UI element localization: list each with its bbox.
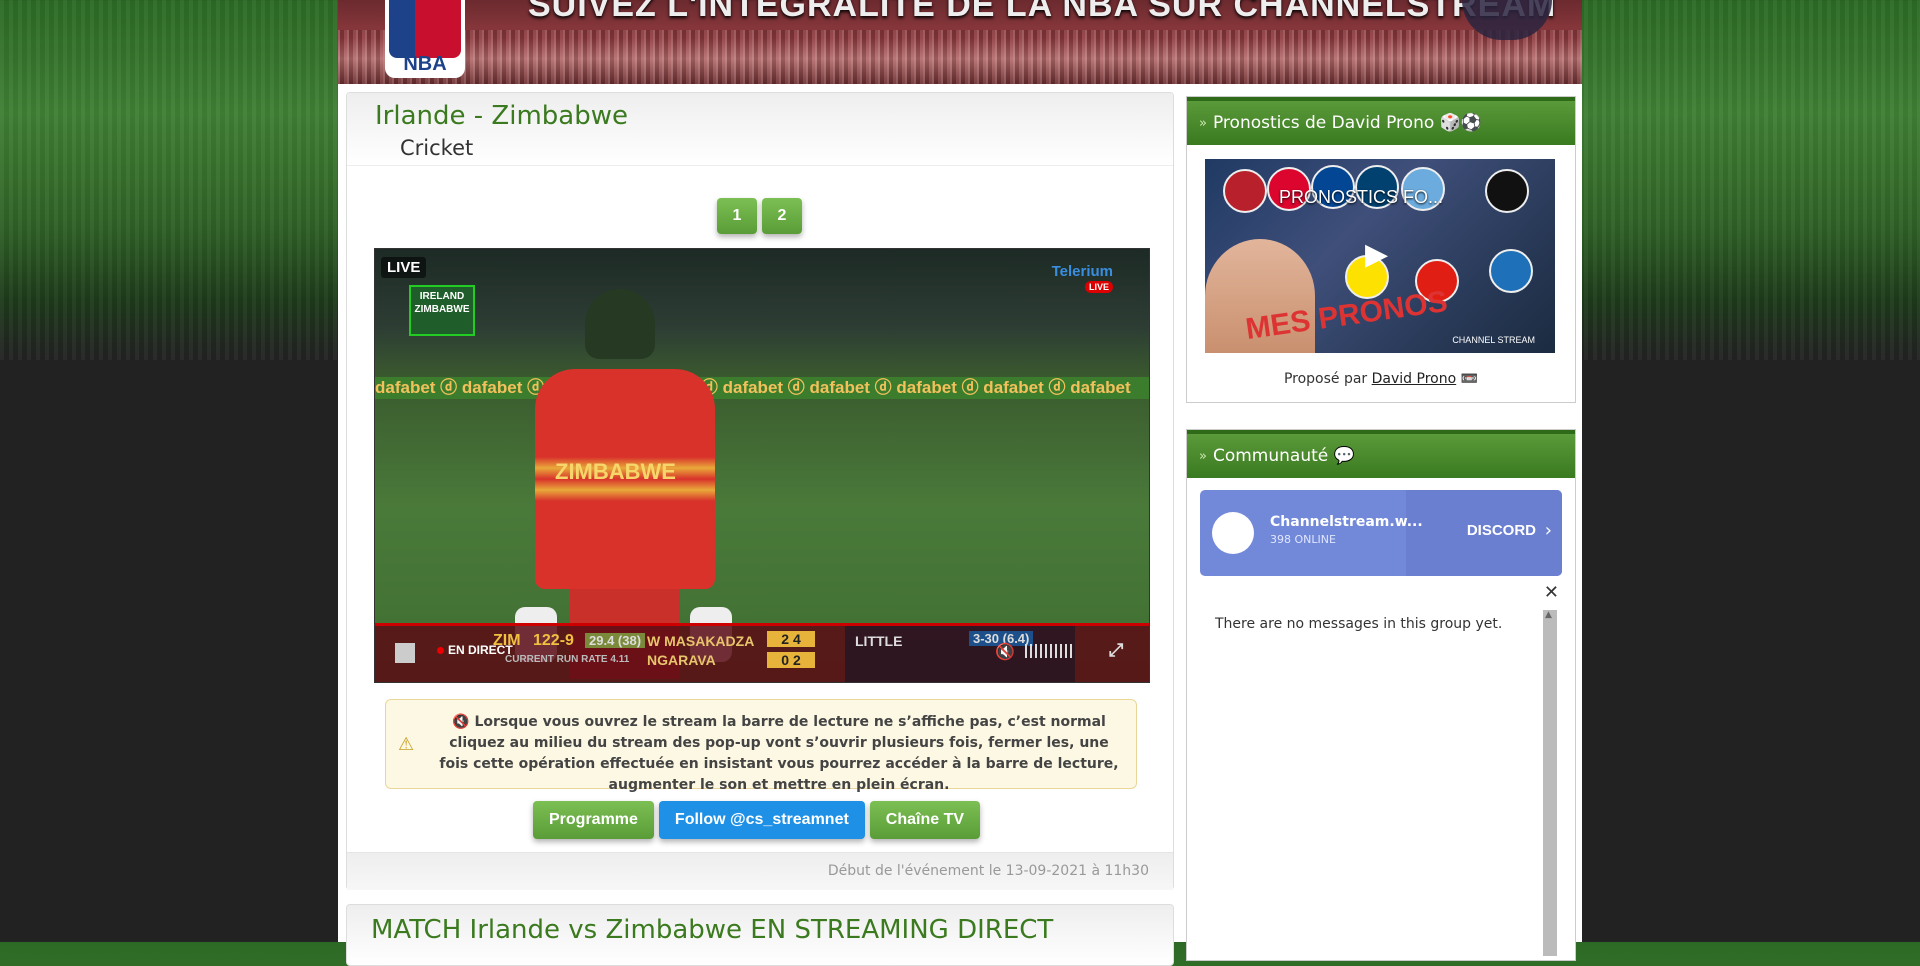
- club-crest: [1223, 169, 1267, 213]
- chat-scrollbar[interactable]: [1543, 610, 1557, 956]
- channel-live-badge: LIVE: [1084, 281, 1113, 293]
- proposed-by: Proposé par David Prono 📼: [1283, 371, 1479, 387]
- score-batsman-1-runs: 2 4: [767, 631, 815, 647]
- stream-page-1-button[interactable]: 1: [717, 198, 757, 234]
- discord-widget[interactable]: Channelstream.w... 398 ONLINE DISCORD ›: [1200, 490, 1562, 576]
- event-title: Irlande - Zimbabwe: [375, 101, 628, 131]
- discord-server-name: Channelstream.w...: [1270, 514, 1423, 530]
- score-runs: 122-9: [533, 632, 574, 649]
- follow-twitter-button[interactable]: Follow @cs_streamnet: [658, 801, 865, 839]
- event-sport: Cricket: [400, 136, 474, 160]
- stream-pagination: 1 2: [717, 198, 802, 234]
- ad-board: dafabet ⓓ dafabet ⓓ dafabet ⓓ dafabet ⓓ …: [375, 377, 1149, 399]
- banner-headline: SUIVEZ L'INTÉGRALITÉ DE LA NBA SUR CHANN…: [528, 0, 1557, 24]
- fullscreen-icon[interactable]: ⤢: [1109, 640, 1123, 661]
- pronostics-video[interactable]: PRONOSTICS FO... ▶ MES PRONOS CHANNEL ST…: [1205, 159, 1555, 353]
- discord-online-count: 398 ONLINE: [1270, 533, 1336, 546]
- author-link[interactable]: David Prono: [1372, 371, 1457, 387]
- event-panel: Irlande - Zimbabwe Cricket 1 2 dafabet ⓓ…: [346, 92, 1174, 890]
- event-start-date: Début de l'événement le 13-09-2021 à 11h…: [827, 863, 1149, 879]
- event-footer: Début de l'événement le 13-09-2021 à 11h…: [347, 852, 1173, 890]
- video-player[interactable]: dafabet ⓓ dafabet ⓓ dafabet ⓓ dafabet ⓓ …: [374, 248, 1150, 683]
- volume-slider[interactable]: [1025, 644, 1075, 658]
- action-buttons: Programme Follow @cs_streamnet Chaîne TV: [533, 801, 981, 839]
- stream-warning: ⚠ 🔇 Lorsque vous ouvrez le stream la bar…: [385, 699, 1137, 793]
- community-header: » Communauté 💬: [1187, 430, 1575, 478]
- pronostics-title: Pronostics de David Prono 🎲⚽: [1212, 113, 1482, 133]
- close-icon[interactable]: ✕: [1544, 582, 1559, 603]
- double-chevron-icon: »: [1199, 448, 1207, 464]
- jersey-text: ZIMBABWE: [555, 459, 676, 484]
- score-team: ZIM: [493, 632, 521, 649]
- club-crest: [1485, 169, 1529, 213]
- programme-button[interactable]: Programme: [533, 801, 654, 839]
- chevron-right-icon[interactable]: ›: [1545, 520, 1552, 541]
- double-chevron-icon: »: [1199, 115, 1207, 131]
- chaine-tv-button[interactable]: Chaîne TV: [869, 801, 981, 839]
- pronostics-panel: » Pronostics de David Prono 🎲⚽ PRONOSTIC…: [1186, 96, 1576, 403]
- score-overs: 29.4 (38): [585, 633, 646, 648]
- score-batsman-2: NGARAVA: [647, 652, 716, 668]
- club-crest: [1489, 249, 1533, 293]
- warning-text: 🔇 Lorsque vous ouvrez le stream la barre…: [439, 714, 1119, 793]
- community-title: Communauté 💬: [1212, 446, 1355, 466]
- banner-crowd: [338, 30, 1582, 84]
- scoreboard: EN DIRECT ZIM 122-9 29.4 (38) CURRENT RU…: [375, 626, 1149, 682]
- discord-logo: DISCORD: [1466, 522, 1536, 539]
- play-icon[interactable]: ▶: [1365, 237, 1388, 272]
- stop-icon[interactable]: [395, 643, 415, 663]
- page-container: NBA SUIVEZ L'INTÉGRALITÉ DE LA NBA SUR C…: [338, 0, 1582, 966]
- match-streaming-title: MATCH Irlande vs Zimbabwe EN STREAMING D…: [371, 915, 1054, 945]
- match-badge: IRELAND ZIMBABWE: [409, 285, 475, 336]
- no-messages-text: There are no messages in this group yet.: [1215, 616, 1503, 632]
- nba-logo: NBA: [385, 0, 465, 78]
- score-bowler: LITTLE: [855, 633, 903, 649]
- cricketer-figure: ZIMBABWE: [515, 289, 745, 679]
- community-panel: » Communauté 💬 Channelstream.w... 398 ON…: [1186, 429, 1576, 961]
- score-batsman-2-runs: 0 2: [767, 652, 815, 668]
- server-avatar: [1212, 512, 1254, 554]
- video-title: PRONOSTICS FO...: [1279, 187, 1444, 207]
- event-header: Irlande - Zimbabwe Cricket: [347, 93, 1173, 166]
- live-tag: LIVE: [381, 257, 427, 278]
- channel-logo: Telerium: [1051, 263, 1113, 280]
- warning-icon: ⚠: [398, 734, 415, 755]
- match-streaming-panel: MATCH Irlande vs Zimbabwe EN STREAMING D…: [346, 904, 1174, 966]
- stream-page-2-button[interactable]: 2: [762, 198, 802, 234]
- video-frame[interactable]: [375, 249, 1149, 682]
- pronostics-header: » Pronostics de David Prono 🎲⚽: [1187, 97, 1575, 145]
- nba-banner[interactable]: NBA SUIVEZ L'INTÉGRALITÉ DE LA NBA SUR C…: [338, 0, 1582, 84]
- score-batsman-1: W MASAKADZA: [647, 633, 755, 649]
- score-crr: CURRENT RUN RATE 4.11: [505, 654, 630, 665]
- mute-icon[interactable]: 🔇: [995, 642, 1015, 662]
- video-brand: CHANNEL STREAM: [1452, 335, 1535, 345]
